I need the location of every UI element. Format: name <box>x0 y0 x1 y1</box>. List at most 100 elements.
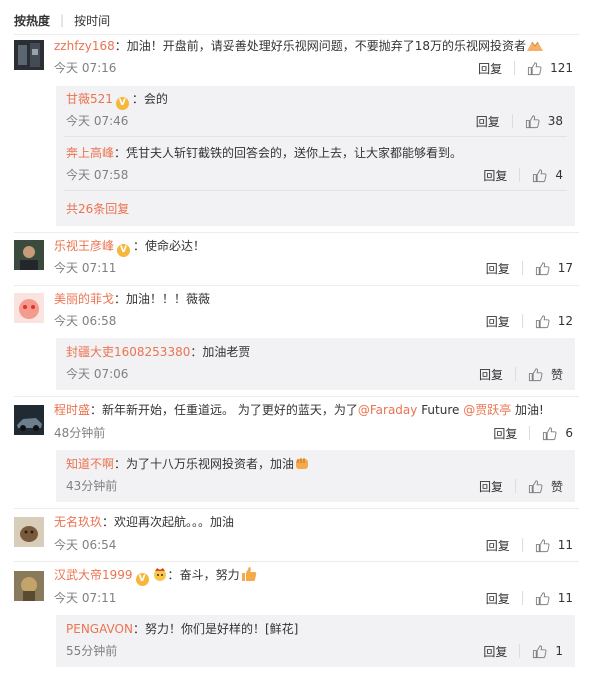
reply-actions: 回复 赞 <box>479 365 563 383</box>
like-button[interactable]: 赞 <box>528 478 563 495</box>
comment-time: 48分钟前 <box>54 426 106 440</box>
reply-button[interactable]: 回复 <box>486 537 510 554</box>
comment-text: 加油！开盘前，请妥善处理好乐视网问题，不要抛弃了18万的乐视网投资者 <box>126 39 527 53</box>
reply-username[interactable]: 封疆大吏1608253380 <box>66 345 190 359</box>
like-count: 38 <box>547 114 563 128</box>
reply-button[interactable]: 回复 <box>483 167 507 184</box>
verified-badge-icon: V <box>135 573 149 586</box>
thumbs-up-icon <box>533 644 547 658</box>
comment-text: 使命必达！ <box>145 239 206 253</box>
reply-time: 今天 07:46 <box>66 114 129 128</box>
reply-button[interactable]: 回复 <box>486 590 510 607</box>
like-count: 赞 <box>550 367 563 382</box>
reply-username[interactable]: 知道不啊 <box>66 457 114 471</box>
avatar[interactable] <box>14 517 44 547</box>
reply-button[interactable]: 回复 <box>479 478 503 495</box>
like-button[interactable]: 6 <box>542 426 573 441</box>
tab-sort-time[interactable]: 按时间 <box>74 12 110 29</box>
avatar[interactable] <box>14 571 44 601</box>
reply-time: 55分钟前 <box>66 644 118 658</box>
comment-body: 美丽的菲戈：加油！！！薇薇 <box>54 292 211 306</box>
thumbs-up-icon <box>525 114 540 128</box>
reply-text: 加油老贾 <box>202 345 251 359</box>
like-count: 1 <box>555 644 563 658</box>
reply-box: 甘薇521 V ：会的 今天 07:46 回复 38 奔上高峰：凭甘夫人斩钉截铁的回… <box>56 86 575 226</box>
comment-text: 奋斗，努力 <box>179 568 240 582</box>
thumbs-up-icon <box>533 168 547 182</box>
reply-button[interactable]: 回复 <box>479 366 503 383</box>
comment-body: 无名玖玖：欢迎再次起航。。。加油 <box>54 515 235 529</box>
comment-username[interactable]: 程时盛 <box>54 403 90 417</box>
reply-text: 努力！你们是好样的！[鲜花] <box>144 622 299 636</box>
reply-username[interactable]: PENGAVON <box>66 622 133 636</box>
reply-body: 知道不啊：为了十八万乐视网投资者，加油 <box>66 455 310 476</box>
like-button[interactable]: 38 <box>525 114 563 129</box>
reply-box: 封疆大吏1608253380：加油老贾 今天 07:06 回复 赞 <box>56 338 575 390</box>
comment-time: 今天 07:16 <box>54 61 117 75</box>
reply-actions: 回复 38 <box>476 112 563 130</box>
like-count: 17 <box>557 261 573 275</box>
like-count: 121 <box>550 61 573 75</box>
fist-icon <box>294 455 310 476</box>
thumbs-up-icon <box>535 538 550 552</box>
thumbs-up-icon <box>535 314 550 328</box>
like-count: 12 <box>557 314 573 328</box>
reply-button[interactable]: 回复 <box>486 313 510 330</box>
comment-time: 今天 07:11 <box>54 591 117 605</box>
comment-username[interactable]: 乐视王彦峰 <box>54 239 114 253</box>
avatar[interactable] <box>14 40 44 70</box>
like-button[interactable]: 17 <box>535 261 573 276</box>
comment-actions: 回复 17 <box>486 259 573 277</box>
reply-text: 会的 <box>143 92 168 106</box>
comment-username[interactable]: 美丽的菲戈 <box>54 292 114 306</box>
like-button[interactable]: 11 <box>535 591 573 606</box>
like-count: 赞 <box>550 479 563 494</box>
tab-separator: | <box>60 13 65 27</box>
comment-actions: 回复 6 <box>493 424 573 442</box>
reply-button[interactable]: 回复 <box>493 425 517 442</box>
reply-text: 为了十八万乐视网投资者，加油 <box>126 457 295 471</box>
mention-link[interactable]: @Faraday <box>358 403 418 417</box>
bow-hands-icon <box>526 39 544 58</box>
comment-username[interactable]: 无名玖玖 <box>54 515 102 529</box>
comment-username[interactable]: zzhfzy168 <box>54 39 115 53</box>
like-button[interactable]: 11 <box>535 538 573 553</box>
avatar[interactable] <box>14 240 44 270</box>
avatar[interactable] <box>14 405 44 435</box>
comment-actions: 回复 11 <box>486 536 573 554</box>
comment-text: 新年新开始，任重道远。 为了更好的蓝天，为了 <box>102 403 358 417</box>
reply-body: PENGAVON：努力！你们是好样的！[鲜花] <box>66 622 299 636</box>
like-count: 11 <box>557 538 573 552</box>
like-count: 4 <box>555 168 563 182</box>
reply-time: 今天 07:58 <box>66 168 129 182</box>
reply-box: PENGAVON：努力！你们是好样的！[鲜花] 55分钟前 回复 1 <box>56 615 575 667</box>
reply-button[interactable]: 回复 <box>483 643 507 660</box>
like-button[interactable]: 12 <box>535 314 573 329</box>
reply-body: 奔上高峰：凭甘夫人斩钉截铁的回答会的，送你上去，让大家都能够看到。 <box>66 146 463 160</box>
header-divider <box>14 34 579 35</box>
comment-username[interactable]: 汉武大帝1999 <box>54 568 133 582</box>
reply-button[interactable]: 回复 <box>478 60 502 77</box>
reply-button[interactable]: 回复 <box>486 260 510 277</box>
like-button[interactable]: 121 <box>527 61 573 76</box>
tab-sort-hot[interactable]: 按热度 <box>14 12 50 29</box>
crown-face-icon <box>152 566 168 587</box>
reply-actions: 回复 4 <box>483 166 563 184</box>
reply-actions: 回复 赞 <box>479 477 563 495</box>
like-button[interactable]: 赞 <box>528 366 563 383</box>
comment-body: zzhfzy168：加油！开盘前，请妥善处理好乐视网问题，不要抛弃了18万的乐视… <box>54 37 544 58</box>
comment-body: 乐视王彦峰 V ：使命必达！ <box>54 239 206 257</box>
mention-link[interactable]: @贾跃亭 <box>463 403 511 417</box>
like-button[interactable]: 1 <box>532 644 563 659</box>
reply-username[interactable]: 奔上高峰 <box>66 146 114 160</box>
more-replies-link[interactable]: 共26条回复 <box>66 200 129 217</box>
comment-time: 今天 06:58 <box>54 314 117 328</box>
avatar[interactable] <box>14 293 44 323</box>
comment-body: 汉武大帝1999 V ：奋斗，努力 <box>54 566 258 587</box>
verified-badge-icon: V <box>115 97 129 110</box>
reply-button[interactable]: 回复 <box>476 113 500 130</box>
like-button[interactable]: 4 <box>532 168 563 183</box>
reply-username[interactable]: 甘薇521 <box>66 92 113 106</box>
comment-actions: 回复 12 <box>486 312 573 330</box>
thumbs-up-icon <box>543 426 557 440</box>
